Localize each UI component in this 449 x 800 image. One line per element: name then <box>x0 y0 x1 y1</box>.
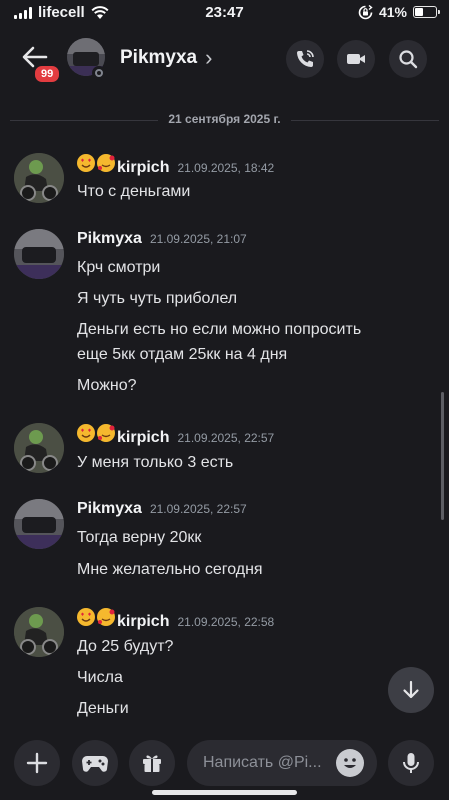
message-timestamp: 21.09.2025, 21:07 <box>149 232 247 246</box>
gift-icon <box>143 755 161 772</box>
channel-header: 99 Pikmyxa › <box>0 26 449 90</box>
avatar-image <box>14 499 64 549</box>
message-text[interactable]: еще 5кк отдам 25кк на 4 дня <box>77 342 287 367</box>
message-timestamp: 21.09.2025, 22:57 <box>149 502 247 516</box>
message-text[interactable]: Что с деньгами <box>77 179 190 204</box>
search-button[interactable] <box>389 40 427 78</box>
message-text[interactable]: Крч смотри <box>77 255 160 280</box>
gift-button[interactable] <box>129 740 175 786</box>
voice-message-button[interactable] <box>388 740 434 786</box>
message-text[interactable]: До 25 будут? <box>77 634 173 659</box>
avatar-image <box>14 229 64 279</box>
message-text[interactable]: Деньги <box>77 696 129 721</box>
message-timestamp: 21.09.2025, 22:58 <box>177 615 275 629</box>
author-avatar[interactable] <box>14 499 64 549</box>
message-input-container <box>187 740 377 786</box>
message-text[interactable]: Числа <box>77 665 123 690</box>
author-name[interactable]: kirpich <box>117 613 169 631</box>
message-text[interactable]: Тогда верну 20кк <box>77 525 201 550</box>
author-avatar[interactable] <box>14 153 64 203</box>
contact-name-button[interactable]: Pikmyxa › <box>120 45 212 71</box>
message-text[interactable]: Деньги есть но если можно попросить <box>77 317 361 342</box>
message-timestamp: 21.09.2025, 22:57 <box>177 431 275 445</box>
message-text[interactable]: Можно? <box>77 373 137 398</box>
search-icon <box>399 50 418 69</box>
heart-eyes-emoji <box>77 608 95 626</box>
avatar-image <box>14 607 64 657</box>
contact-name: Pikmyxa <box>120 47 198 68</box>
home-indicator[interactable] <box>152 790 297 795</box>
attach-button[interactable] <box>14 740 60 786</box>
unread-badge: 99 <box>33 64 62 84</box>
emoji-icon <box>337 750 363 776</box>
gamepad-icon <box>82 756 108 772</box>
author-avatar[interactable] <box>14 423 64 473</box>
message-text[interactable]: У меня только 3 есть <box>77 450 233 475</box>
date-separator: 21 сентября 2025 г. <box>0 112 449 126</box>
message-header: kirpich 21.09.2025, 22:58 <box>77 608 274 631</box>
jump-to-latest-button[interactable] <box>388 667 434 713</box>
orientation-lock-icon <box>358 4 373 19</box>
emoji-picker-button[interactable] <box>336 749 364 777</box>
author-name[interactable]: kirpich <box>117 429 169 447</box>
avatar-image <box>14 423 64 473</box>
smiling-hearts-emoji <box>97 154 115 172</box>
author-name[interactable]: Pikmyxa <box>77 230 142 248</box>
phone-call-icon <box>297 50 314 67</box>
author-name[interactable]: kirpich <box>117 159 169 177</box>
message-header: kirpich 21.09.2025, 18:42 <box>77 154 274 177</box>
battery-icon <box>413 6 440 18</box>
offline-status-icon <box>92 66 106 80</box>
arrow-down-icon <box>403 680 419 699</box>
smiling-hearts-emoji <box>97 424 115 442</box>
message-timestamp: 21.09.2025, 18:42 <box>177 161 275 175</box>
plus-icon <box>26 752 48 774</box>
smiling-hearts-emoji <box>97 608 115 626</box>
avatar-image <box>14 153 64 203</box>
microphone-icon <box>403 753 419 773</box>
message-header: Pikmyxa 21.09.2025, 21:07 <box>77 230 247 248</box>
message-header: kirpich 21.09.2025, 22:57 <box>77 424 274 447</box>
voice-call-button[interactable] <box>286 40 324 78</box>
date-separator-text: 21 сентября 2025 г. <box>158 112 291 126</box>
message-text[interactable]: Я чуть чуть приболел <box>77 286 237 311</box>
video-camera-icon <box>347 54 365 64</box>
author-name[interactable]: Pikmyxa <box>77 500 142 518</box>
chevron-right-icon: › <box>205 45 213 70</box>
battery-info: 41% <box>358 4 440 20</box>
heart-eyes-emoji <box>77 424 95 442</box>
activities-button[interactable] <box>72 740 118 786</box>
scrollbar-thumb[interactable] <box>441 392 444 520</box>
status-bar: lifecell 23:47 41% <box>0 0 449 26</box>
message-text[interactable]: Мне желательно сегодня <box>77 557 263 582</box>
author-avatar[interactable] <box>14 229 64 279</box>
heart-eyes-emoji <box>77 154 95 172</box>
message-input[interactable] <box>203 740 333 786</box>
message-header: Pikmyxa 21.09.2025, 22:57 <box>77 500 247 518</box>
battery-percent: 41% <box>378 4 407 20</box>
author-avatar[interactable] <box>14 607 64 657</box>
video-call-button[interactable] <box>337 40 375 78</box>
